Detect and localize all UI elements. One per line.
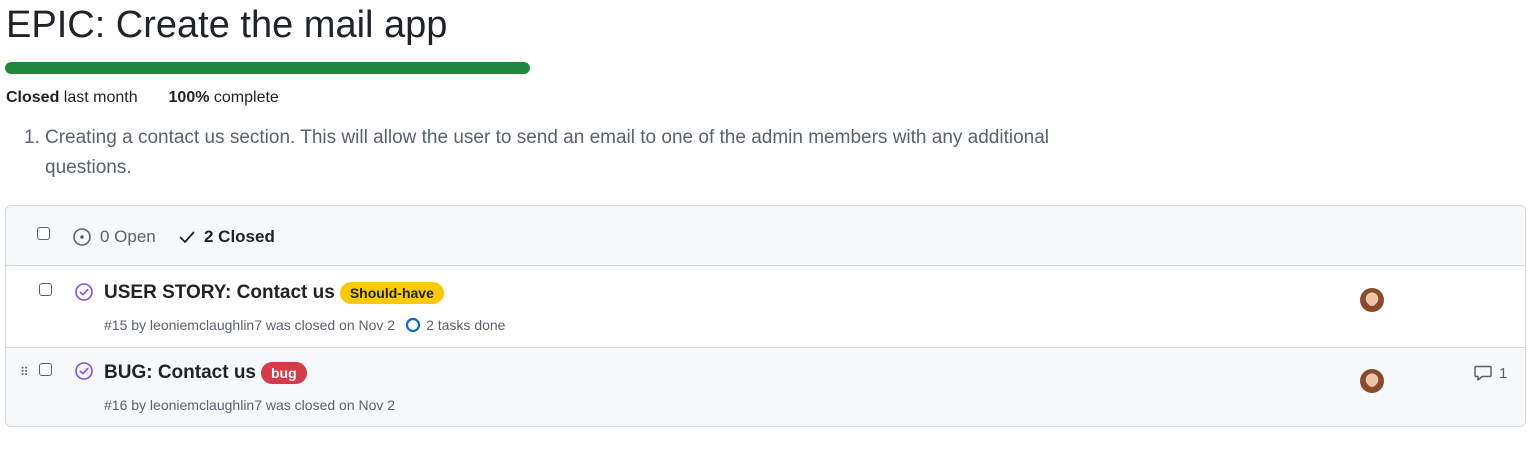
issue-row[interactable]: ⠿ BUG: Contact us bug #16 by leoniemclau… bbox=[6, 348, 1525, 426]
milestone-meta: Closed last month 100% complete bbox=[6, 88, 279, 108]
drag-handle-icon[interactable]: ⠿ bbox=[20, 366, 29, 378]
issue-meta: #16 by leoniemclaughlin7 was closed on N… bbox=[104, 397, 395, 413]
issue-meta: #15 by leoniemclaughlin7 was closed on N… bbox=[104, 317, 505, 333]
milestone-title: EPIC: Create the mail app bbox=[6, 4, 448, 46]
issue-row[interactable]: USER STORY: Contact us Should-have #15 b… bbox=[6, 266, 1525, 348]
open-filter-label: 0 Open bbox=[100, 227, 156, 246]
milestone-description: 1. Creating a contact us section. This w… bbox=[24, 123, 1114, 183]
issue-title-link[interactable]: BUG: Contact us bug bbox=[104, 362, 307, 384]
assignee-avatar[interactable] bbox=[1360, 369, 1384, 393]
comments-link[interactable]: 1 bbox=[1473, 364, 1507, 382]
closed-filter-label: 2 Closed bbox=[204, 227, 275, 246]
progress-bar bbox=[5, 62, 530, 74]
status-label: Closed bbox=[6, 89, 60, 106]
issue-meta-text: #16 by leoniemclaughlin7 was closed on N… bbox=[104, 397, 396, 413]
check-icon bbox=[179, 231, 195, 243]
issue-meta-text: #15 by leoniemclaughlin7 was closed on N… bbox=[104, 317, 396, 333]
closed-filter-button[interactable]: 2 Closed bbox=[178, 227, 275, 247]
select-all-checkbox[interactable] bbox=[37, 227, 50, 240]
issue-open-icon bbox=[73, 228, 91, 246]
issue-list-header: 0 Open 2 Closed bbox=[6, 206, 1525, 266]
issue-title: BUG: Contact us bbox=[104, 362, 256, 383]
open-filter-button[interactable]: 0 Open bbox=[72, 227, 156, 247]
issue-checkbox[interactable] bbox=[39, 283, 52, 296]
label-should-have[interactable]: Should-have bbox=[339, 282, 444, 304]
task-progress-label: 2 tasks done bbox=[426, 317, 506, 333]
list-item-text: Creating a contact us section. This will… bbox=[45, 127, 1050, 178]
complete-label: complete bbox=[213, 89, 279, 106]
issue-closed-icon bbox=[75, 283, 93, 301]
issue-checkbox[interactable] bbox=[39, 363, 52, 376]
label-bug[interactable]: bug bbox=[261, 362, 307, 384]
issue-closed-icon bbox=[75, 362, 93, 380]
task-progress-icon bbox=[405, 317, 421, 333]
comment-count: 1 bbox=[1499, 364, 1508, 382]
issue-list: 0 Open 2 Closed USER STORY: Contact us S… bbox=[5, 205, 1526, 427]
comment-icon bbox=[1474, 365, 1492, 381]
list-number: 1. bbox=[24, 127, 40, 148]
issue-title-link[interactable]: USER STORY: Contact us Should-have bbox=[104, 282, 444, 304]
status-time: last month bbox=[63, 89, 138, 106]
issue-title: USER STORY: Contact us bbox=[104, 282, 335, 303]
complete-value: 100% bbox=[168, 89, 210, 106]
task-progress[interactable]: 2 tasks done bbox=[405, 317, 505, 333]
assignee-avatar[interactable] bbox=[1360, 288, 1384, 312]
progress-bar-fill bbox=[5, 62, 530, 74]
